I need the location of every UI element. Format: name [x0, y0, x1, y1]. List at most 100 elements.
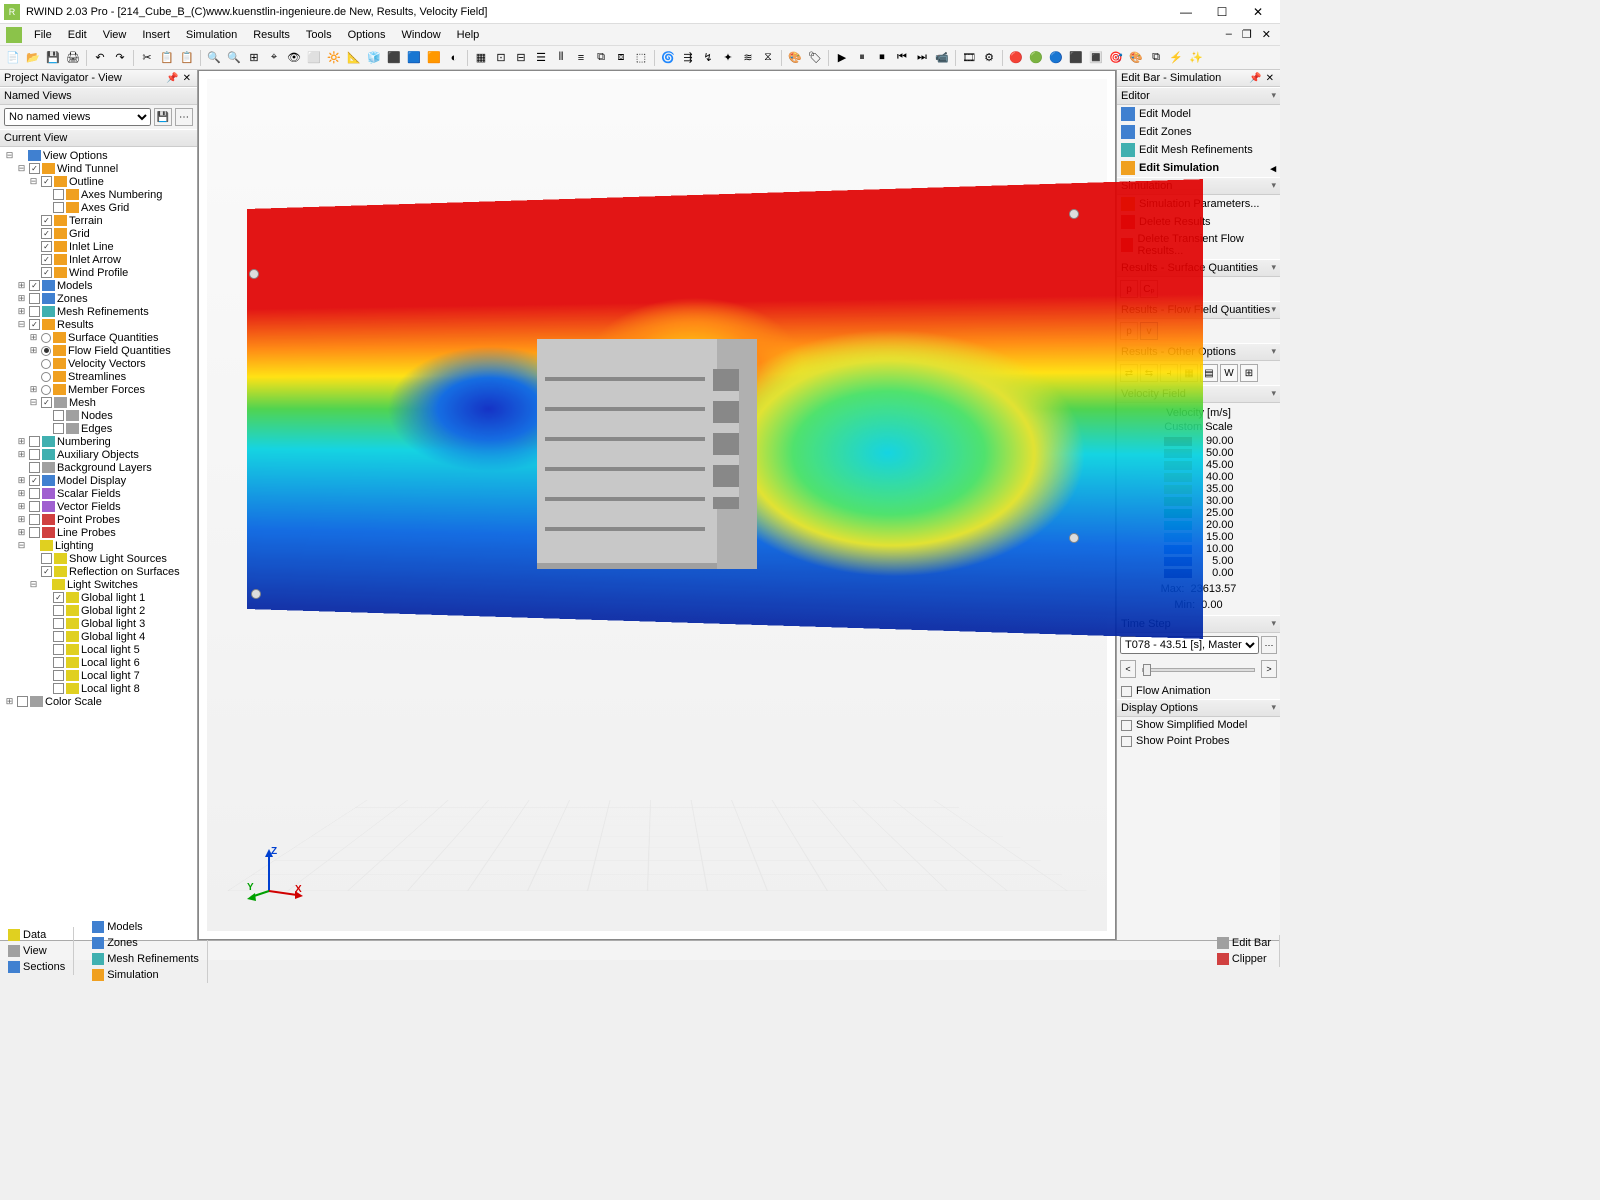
tree-item-outline[interactable]: ⊟Outline	[2, 175, 197, 188]
tree-item-mesh[interactable]: ⊟Mesh	[2, 396, 197, 409]
tree-item-line-probes[interactable]: ⊞Line Probes	[2, 526, 197, 539]
tab-data[interactable]: Data	[0, 927, 74, 943]
menu-results[interactable]: Results	[245, 26, 298, 44]
toolbar-button-61[interactable]: 🎯	[1107, 49, 1125, 67]
menu-options[interactable]: Options	[340, 26, 394, 44]
toolbar-button-17[interactable]: ⬜	[305, 49, 323, 67]
tree-item-local-light-5[interactable]: Local light 5	[2, 643, 197, 656]
toolbar-button-28[interactable]: ⊟	[512, 49, 530, 67]
pin-icon[interactable]: 📌	[164, 73, 180, 84]
tree-item-nodes[interactable]: Nodes	[2, 409, 197, 422]
tree-item-lighting[interactable]: ⊟Lighting	[2, 539, 197, 552]
tab-models[interactable]: Models	[84, 919, 208, 935]
tree-item-surface-quantities[interactable]: ⊞Surface Quantities	[2, 331, 197, 344]
toolbar-button-65[interactable]: ✨	[1187, 49, 1205, 67]
tree-item-inlet-line[interactable]: Inlet Line	[2, 240, 197, 253]
toolbar-button-23[interactable]: 🟧	[425, 49, 443, 67]
minimize-button[interactable]: —	[1168, 1, 1204, 23]
toolbar-button-39[interactable]: ✦	[719, 49, 737, 67]
named-views-select[interactable]: No named views	[4, 108, 151, 126]
toolbar-button-2[interactable]: 💾	[44, 49, 62, 67]
tree-item-global-light-3[interactable]: Global light 3	[2, 617, 197, 630]
link-edit-mesh-refinements[interactable]: Edit Mesh Refinements	[1117, 141, 1280, 159]
menu-help[interactable]: Help	[449, 26, 488, 44]
menu-file[interactable]: File	[26, 26, 60, 44]
tree-item-edges[interactable]: Edges	[2, 422, 197, 435]
tree-item-local-light-6[interactable]: Local light 6	[2, 656, 197, 669]
toolbar-button-53[interactable]: 🎞	[960, 49, 978, 67]
toolbar-button-1[interactable]: 📂	[24, 49, 42, 67]
toolbar-button-59[interactable]: ⬛	[1067, 49, 1085, 67]
toolbar-button-62[interactable]: 🎨	[1127, 49, 1145, 67]
named-view-manage-button[interactable]: ⋯	[175, 108, 193, 126]
pin-icon[interactable]: 📌	[1247, 73, 1263, 84]
view-options-tree[interactable]: ⊟View Options⊟Wind Tunnel⊟OutlineAxes Nu…	[0, 147, 197, 940]
toolbar-button-43[interactable]: 🎨	[786, 49, 804, 67]
toolbar-button-19[interactable]: 📐	[345, 49, 363, 67]
tree-item-auxiliary-objects[interactable]: ⊞Auxiliary Objects	[2, 448, 197, 461]
tree-item-terrain[interactable]: Terrain	[2, 214, 197, 227]
tree-item-global-light-1[interactable]: Global light 1	[2, 591, 197, 604]
tree-item-mesh-refinements[interactable]: ⊞Mesh Refinements	[2, 305, 197, 318]
mdi-restore-button[interactable]: ❐	[1239, 28, 1255, 41]
toolbar-button-22[interactable]: 🟦	[405, 49, 423, 67]
show-simplified-model-checkbox[interactable]	[1121, 720, 1132, 731]
tree-item-reflection-on-surfaces[interactable]: Reflection on Surfaces	[2, 565, 197, 578]
tree-item-models[interactable]: ⊞Models	[2, 279, 197, 292]
tab-clipper[interactable]: Clipper	[1209, 951, 1280, 967]
tree-item-vector-fields[interactable]: ⊞Vector Fields	[2, 500, 197, 513]
tab-mesh-refinements[interactable]: Mesh Refinements	[84, 951, 208, 967]
toolbar-button-60[interactable]: 🔳	[1087, 49, 1105, 67]
link-edit-zones[interactable]: Edit Zones	[1117, 123, 1280, 141]
tree-item-view-options[interactable]: ⊟View Options	[2, 149, 197, 162]
toolbar-button-21[interactable]: ⬛	[385, 49, 403, 67]
toolbar-button-47[interactable]: ⏸	[853, 49, 871, 67]
tree-item-axes-grid[interactable]: Axes Grid	[2, 201, 197, 214]
toolbar-button-31[interactable]: ≡	[572, 49, 590, 67]
panel-close-icon[interactable]: ✕	[1264, 73, 1276, 84]
menu-window[interactable]: Window	[394, 26, 449, 44]
tree-item-member-forces[interactable]: ⊞Member Forces	[2, 383, 197, 396]
other-option-5[interactable]: W	[1220, 364, 1238, 382]
tree-item-wind-tunnel[interactable]: ⊟Wind Tunnel	[2, 162, 197, 175]
toolbar-button-51[interactable]: 📹	[933, 49, 951, 67]
toolbar-button-20[interactable]: 🧊	[365, 49, 383, 67]
tree-item-local-light-7[interactable]: Local light 7	[2, 669, 197, 682]
flow-animation-checkbox[interactable]	[1121, 686, 1132, 697]
tab-edit-bar[interactable]: Edit Bar	[1209, 935, 1280, 951]
close-button[interactable]: ✕	[1240, 1, 1276, 23]
axis-gizmo[interactable]: Z X Y	[247, 841, 307, 901]
toolbar-button-5[interactable]: ↶	[91, 49, 109, 67]
slicer-handle[interactable]	[1069, 533, 1079, 543]
slicer-handle[interactable]	[1069, 209, 1079, 219]
toolbar-button-18[interactable]: 🔆	[325, 49, 343, 67]
tree-item-velocity-vectors[interactable]: Velocity Vectors	[2, 357, 197, 370]
toolbar-button-6[interactable]: ↷	[111, 49, 129, 67]
tree-item-show-light-sources[interactable]: Show Light Sources	[2, 552, 197, 565]
toolbar-button-50[interactable]: ⏭	[913, 49, 931, 67]
tree-item-zones[interactable]: ⊞Zones	[2, 292, 197, 305]
toolbar-button-30[interactable]: ⫴	[552, 49, 570, 67]
toolbar-button-29[interactable]: ☰	[532, 49, 550, 67]
tree-item-numbering[interactable]: ⊞Numbering	[2, 435, 197, 448]
tree-item-inlet-arrow[interactable]: Inlet Arrow	[2, 253, 197, 266]
slicer-handle[interactable]	[251, 589, 261, 599]
toolbar-button-15[interactable]: ⌖	[265, 49, 283, 67]
menu-view[interactable]: View	[95, 26, 135, 44]
toolbar-button-8[interactable]: ✂	[138, 49, 156, 67]
time-step-edit-button[interactable]: ⋯	[1261, 636, 1277, 654]
other-option-6[interactable]: ⊞	[1240, 364, 1258, 382]
menu-edit[interactable]: Edit	[60, 26, 95, 44]
toolbar-button-10[interactable]: 📋	[178, 49, 196, 67]
toolbar-button-33[interactable]: ⧈	[612, 49, 630, 67]
toolbar-button-32[interactable]: ⧉	[592, 49, 610, 67]
tree-item-model-display[interactable]: ⊞Model Display	[2, 474, 197, 487]
slicer-handle[interactable]	[249, 269, 259, 279]
menu-insert[interactable]: Insert	[134, 26, 178, 44]
toolbar-button-63[interactable]: ⧉	[1147, 49, 1165, 67]
mdi-close-button[interactable]: ✕	[1259, 28, 1274, 41]
panel-close-icon[interactable]: ✕	[181, 73, 193, 84]
toolbar-button-56[interactable]: 🔴	[1007, 49, 1025, 67]
toolbar-button-38[interactable]: ↯	[699, 49, 717, 67]
tree-item-background-layers[interactable]: Background Layers	[2, 461, 197, 474]
